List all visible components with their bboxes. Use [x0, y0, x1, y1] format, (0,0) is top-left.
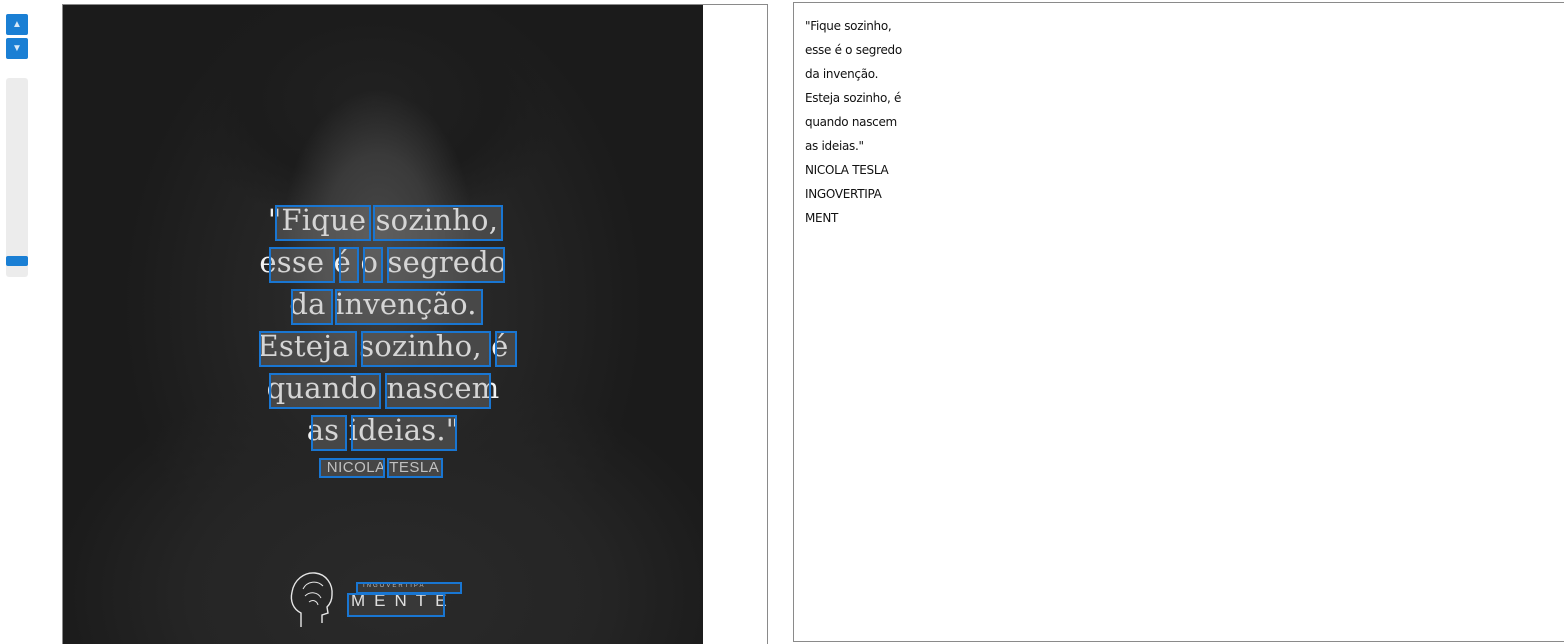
image-viewer: "Fique sozinho, esse é o segredo da inve… — [62, 4, 768, 644]
ocr-word-box[interactable] — [495, 331, 517, 367]
zoom-out-button[interactable]: ▼ — [6, 38, 28, 59]
ocr-word-box[interactable] — [387, 247, 505, 283]
ocr-word-box[interactable] — [291, 289, 333, 325]
ocr-word-box[interactable] — [339, 247, 359, 283]
quote-line: esse é o segredo — [259, 245, 507, 279]
output-line: INGOVERTIPA — [805, 187, 882, 201]
chevron-down-icon: ▼ — [12, 42, 22, 54]
ocr-output-panel[interactable]: "Fique sozinho, esse é o segredo da inve… — [793, 2, 1564, 642]
chevron-up-icon: ▲ — [12, 18, 22, 30]
ocr-word-box[interactable] — [363, 247, 383, 283]
output-line: NICOLA TESLA — [805, 163, 889, 177]
ocr-word-box[interactable] — [351, 415, 457, 451]
zoom-slider-handle[interactable] — [6, 256, 28, 266]
ocr-word-box[interactable] — [319, 458, 385, 478]
quote-line: quando nascem — [266, 371, 500, 405]
output-line: as ideias." — [805, 139, 864, 153]
zoom-in-button[interactable]: ▲ — [6, 14, 28, 35]
ocr-word-box[interactable] — [275, 205, 371, 241]
output-line: da invenção. — [805, 67, 879, 81]
output-line: quando nascem — [805, 115, 897, 129]
zoom-slider[interactable] — [6, 78, 28, 277]
ocr-output-text[interactable]: "Fique sozinho, esse é o segredo da inve… — [805, 14, 902, 230]
output-line: "Fique sozinho, — [805, 19, 892, 33]
output-line: MENT — [805, 211, 839, 225]
ocr-word-box[interactable] — [311, 415, 347, 451]
ocr-word-box[interactable] — [269, 373, 381, 409]
output-line: Esteja sozinho, é — [805, 91, 902, 105]
ocr-word-box[interactable] — [335, 289, 483, 325]
ocr-word-box[interactable] — [259, 331, 357, 367]
portrait-photo: "Fique sozinho, esse é o segredo da inve… — [63, 5, 703, 644]
ocr-word-box[interactable] — [269, 247, 335, 283]
ocr-word-box[interactable] — [373, 205, 503, 241]
ocr-word-box[interactable] — [347, 593, 445, 617]
ocr-word-box[interactable] — [387, 458, 443, 478]
ocr-word-box[interactable] — [361, 331, 491, 367]
ocr-word-box[interactable] — [385, 373, 491, 409]
brain-head-logo-icon — [290, 572, 333, 627]
output-line: esse é o segredo — [805, 43, 902, 57]
